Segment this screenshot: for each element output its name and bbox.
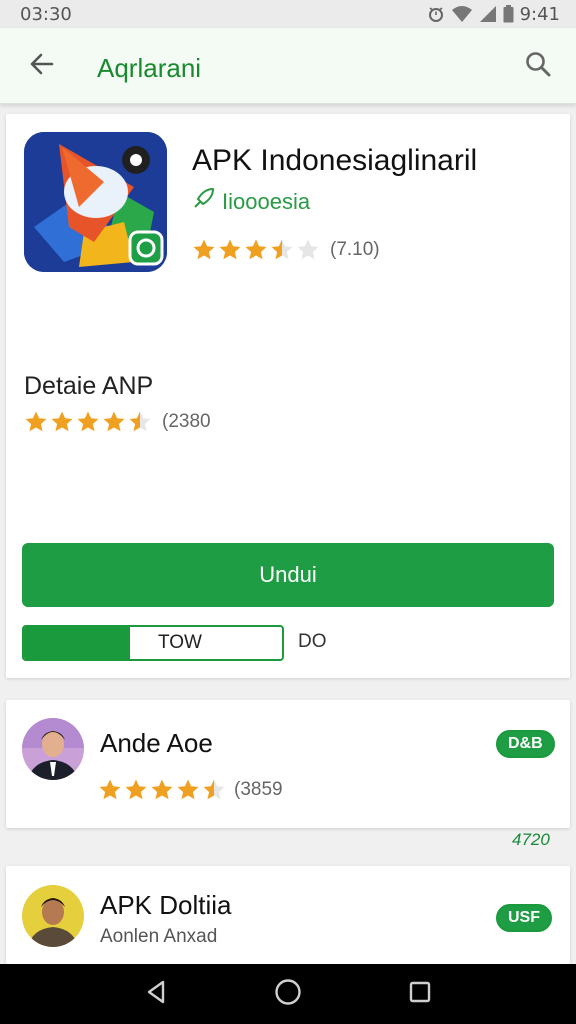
list-item-badge[interactable]: D&B — [496, 730, 555, 758]
app-logo-icon — [24, 132, 167, 272]
publisher-name: Iioooesia — [222, 189, 311, 214]
star-icon — [271, 239, 293, 260]
back-button[interactable] — [26, 50, 58, 82]
publisher-row[interactable]: Iioooesia — [192, 188, 310, 216]
arrow-left-icon — [28, 50, 56, 83]
app-name: APK Indonesiaglinaril — [192, 144, 478, 177]
wifi-icon — [451, 5, 473, 23]
status-time-right: 9:41 — [519, 3, 560, 25]
details-rating: (2380 — [24, 410, 211, 434]
search-button[interactable] — [522, 50, 554, 82]
details-star-rating — [24, 410, 152, 434]
download-button[interactable]: Undui — [22, 543, 554, 607]
app-bar: Aqrlarani — [0, 28, 576, 104]
rocket-icon — [192, 188, 214, 216]
list-item-title: Ande Aoe — [100, 728, 213, 758]
app-rating: (7.10) — [192, 238, 380, 262]
circle-home-icon — [274, 978, 302, 1011]
avatar — [22, 718, 84, 780]
progress-label: TOW — [158, 632, 202, 653]
star-icon — [99, 779, 121, 800]
progress-side-label: DO — [298, 631, 327, 652]
star-icon — [193, 239, 215, 260]
signal-icon — [479, 5, 497, 23]
star-icon — [177, 779, 199, 800]
list-item-rating-count: (3859 — [234, 779, 283, 800]
star-icon — [297, 239, 319, 260]
status-time-left: 03:30 — [20, 3, 72, 25]
alarm-icon — [427, 5, 445, 23]
list-item-subtitle: Aonlen Anxad — [100, 926, 218, 947]
star-icon — [203, 779, 225, 800]
list-item-title: APK Doltiia — [100, 890, 232, 920]
status-bar: 03:30 9:41 — [0, 0, 576, 28]
star-icon — [219, 239, 241, 260]
list-item-star-rating — [98, 778, 226, 802]
details-title: Detaie ANP — [24, 372, 154, 400]
list-item-badge[interactable]: USF — [496, 904, 552, 932]
status-icons: 9:41 — [427, 4, 560, 25]
star-rating — [192, 238, 320, 262]
rating-count: (7.10) — [330, 239, 380, 260]
avatar — [22, 885, 84, 947]
app-bar-title: Aqrlarani — [97, 53, 202, 83]
progress-fill — [24, 627, 130, 659]
list-item[interactable]: APK Doltiia Aonlen Anxad USF — [6, 866, 570, 964]
app-detail-card: APK Indonesiaglinaril Iioooesia (7.10) D… — [6, 114, 570, 678]
nav-home-button[interactable] — [268, 974, 308, 1014]
star-icon — [125, 779, 147, 800]
list-item[interactable]: Ande Aoe (3859 D&B — [6, 700, 570, 828]
battery-icon — [503, 5, 514, 23]
star-icon — [25, 411, 47, 432]
search-icon — [524, 50, 552, 83]
nav-recents-button[interactable] — [400, 974, 440, 1014]
star-icon — [103, 411, 125, 432]
star-icon — [129, 411, 151, 432]
star-icon — [51, 411, 73, 432]
list-item-rating: (3859 — [98, 778, 283, 802]
star-icon — [77, 411, 99, 432]
star-icon — [245, 239, 267, 260]
system-nav-bar — [0, 964, 576, 1024]
triangle-back-icon — [143, 979, 169, 1010]
square-recents-icon — [408, 980, 432, 1009]
nav-back-button[interactable] — [136, 974, 176, 1014]
details-rating-count: (2380 — [162, 411, 211, 432]
floating-number: 4720 — [512, 830, 550, 849]
star-icon — [151, 779, 173, 800]
download-progress-bar: TOW — [22, 625, 284, 661]
